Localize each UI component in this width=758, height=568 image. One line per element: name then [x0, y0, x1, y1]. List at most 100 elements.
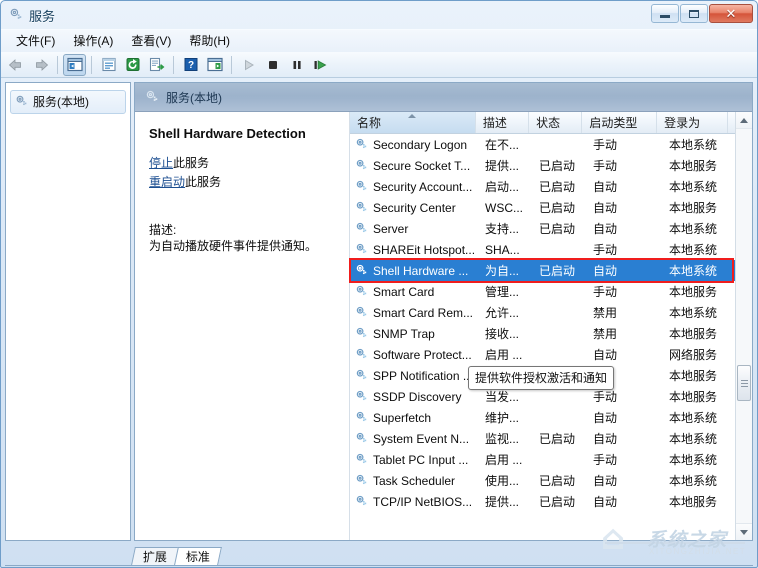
column-header-0[interactable]: 名称 [350, 112, 476, 133]
maximize-button[interactable] [680, 4, 708, 23]
column-header-4[interactable]: 登录为 [657, 112, 729, 133]
tab-extended[interactable]: 扩展 [131, 547, 179, 565]
restart-service-link[interactable]: 重启动 [149, 175, 185, 189]
table-row[interactable]: Security Account... 启动... 已启动 自动 本地系统 [350, 176, 735, 197]
service-gear-icon [355, 221, 368, 237]
service-gear-icon [355, 158, 368, 174]
start-service-icon[interactable] [237, 54, 260, 76]
cell-startup-type: 手动 [593, 285, 618, 299]
cell-startup-type: 自动 [593, 348, 618, 362]
restart-service-link-row[interactable]: 重启动此服务 [149, 174, 339, 191]
pause-service-icon[interactable] [285, 54, 308, 76]
show-action-pane-icon[interactable] [203, 54, 226, 76]
column-header-label: 启动类型 [589, 116, 638, 130]
back-arrow-icon[interactable] [5, 54, 28, 76]
description-heading: 描述: [149, 223, 177, 238]
sort-ascending-icon [408, 114, 417, 118]
table-row[interactable]: SHAREit Hotspot... SHA... 手动 本地系统 [350, 239, 735, 260]
chevron-up-icon [740, 117, 748, 123]
tab-standard[interactable]: 标准 [174, 547, 222, 565]
show-hide-tree-icon[interactable] [63, 53, 86, 76]
stop-service-icon[interactable] [261, 54, 284, 76]
cell-logon-as: 本地系统 [669, 264, 718, 278]
service-gear-icon [355, 494, 368, 510]
help-icon[interactable]: ? [179, 54, 202, 76]
cell-logon-as: 本地服务 [669, 369, 718, 383]
table-row[interactable]: TCP/IP NetBIOS... 提供... 已启动 自动 本地服务 [350, 491, 735, 512]
cell-startup-type: 自动 [593, 432, 618, 446]
cell-startup-type: 手动 [593, 243, 618, 257]
column-header-label: 登录为 [664, 116, 701, 130]
cell-startup-type: 手动 [593, 453, 618, 467]
cell-service-name: Smart Card [350, 284, 478, 300]
vertical-scrollbar[interactable] [735, 112, 752, 540]
export-list-icon[interactable] [145, 54, 168, 76]
table-row[interactable]: Server 支持... 已启动 自动 本地系统 [350, 218, 735, 239]
table-row[interactable]: SNMP Trap 接收... 禁用 本地服务 [350, 323, 735, 344]
cell-description: 支持... [485, 222, 520, 236]
service-name-label: Smart Card Rem... [373, 305, 474, 320]
service-name-label: Security Account... [373, 179, 473, 194]
menu-action[interactable]: 操作(A) [64, 29, 122, 53]
stop-service-link[interactable]: 停止 [149, 156, 173, 170]
service-gear-icon [355, 284, 368, 300]
scrollbar-thumb[interactable] [737, 365, 751, 401]
close-button[interactable]: ✕ [709, 4, 753, 23]
restart-service-icon[interactable] [309, 54, 332, 76]
table-row[interactable]: Software Protect... 启用 ... 自动 网络服务 [350, 344, 735, 365]
cell-logon-as: 本地服务 [669, 159, 718, 173]
scrollbar-grip-icon [740, 378, 748, 389]
table-row[interactable]: Smart Card Rem... 允许... 禁用 本地系统 [350, 302, 735, 323]
cell-service-name: TCP/IP NetBIOS... [350, 494, 478, 510]
cell-description: 启用 ... [485, 348, 523, 362]
minimize-icon [660, 14, 670, 18]
cell-service-name: Secure Socket T... [350, 158, 478, 174]
cell-logon-as: 网络服务 [669, 348, 718, 362]
table-row[interactable]: Superfetch 维护... 自动 本地系统 [350, 407, 735, 428]
service-gear-icon [355, 389, 368, 405]
cell-logon-as: 本地服务 [669, 327, 718, 341]
cell-description: 在不... [485, 138, 520, 152]
scroll-down-button[interactable] [736, 523, 752, 540]
table-row[interactable]: System Event N... 监视... 已启动 自动 本地系统 [350, 428, 735, 449]
properties-icon[interactable] [97, 54, 120, 76]
table-row[interactable]: Security Center WSC... 已启动 自动 本地服务 [350, 197, 735, 218]
column-header-1[interactable]: 描述 [476, 112, 530, 133]
table-row[interactable]: Secure Socket T... 提供... 已启动 手动 本地服务 [350, 155, 735, 176]
cell-service-name: SSDP Discovery [350, 389, 478, 405]
table-row[interactable]: Task Scheduler 使用... 已启动 自动 本地系统 [350, 470, 735, 491]
service-name-label: SNMP Trap [373, 326, 435, 341]
menu-file[interactable]: 文件(F) [7, 29, 64, 53]
console-tree-pane: 服务(本地) [5, 82, 131, 541]
tree-node-services-local[interactable]: 服务(本地) [10, 90, 126, 114]
minimize-button[interactable] [651, 4, 679, 23]
menu-view[interactable]: 查看(V) [122, 29, 180, 53]
cell-service-name: System Event N... [350, 431, 478, 447]
scrollbar-track[interactable] [736, 129, 752, 523]
scroll-up-button[interactable] [736, 112, 752, 129]
table-row[interactable]: Shell Hardware ... 为自... 已启动 自动 本地系统 [350, 260, 735, 281]
cell-service-name: Tablet PC Input ... [350, 452, 478, 468]
table-row[interactable]: Tablet PC Input ... 启用 ... 手动 本地系统 [350, 449, 735, 470]
cell-logon-as: 本地服务 [669, 201, 718, 215]
service-gear-icon [145, 89, 159, 106]
column-header-3[interactable]: 启动类型 [582, 112, 658, 133]
service-name-label: Security Center [373, 200, 456, 215]
cell-startup-type: 自动 [593, 201, 618, 215]
menu-bar: 文件(F) 操作(A) 查看(V) 帮助(H) [1, 29, 757, 52]
stop-service-link-row[interactable]: 停止此服务 [149, 155, 339, 172]
cell-startup-type: 手动 [593, 138, 618, 152]
results-pane: 服务(本地) Shell Hardware Detection 停止此服务 重启… [134, 82, 753, 541]
cell-startup-type: 自动 [593, 495, 618, 509]
menu-help[interactable]: 帮助(H) [180, 29, 239, 53]
refresh-icon[interactable] [121, 54, 144, 76]
cell-logon-as: 本地系统 [669, 138, 718, 152]
table-row[interactable]: Smart Card 管理... 手动 本地服务 [350, 281, 735, 302]
cell-description: 允许... [485, 306, 520, 320]
service-name-label: Superfetch [373, 410, 432, 425]
forward-arrow-icon[interactable] [29, 54, 52, 76]
cell-status: 已启动 [539, 474, 576, 488]
table-row[interactable]: Secondary Logon 在不... 手动 本地系统 [350, 134, 735, 155]
cell-status: 已启动 [539, 432, 576, 446]
column-header-2[interactable]: 状态 [529, 112, 583, 133]
